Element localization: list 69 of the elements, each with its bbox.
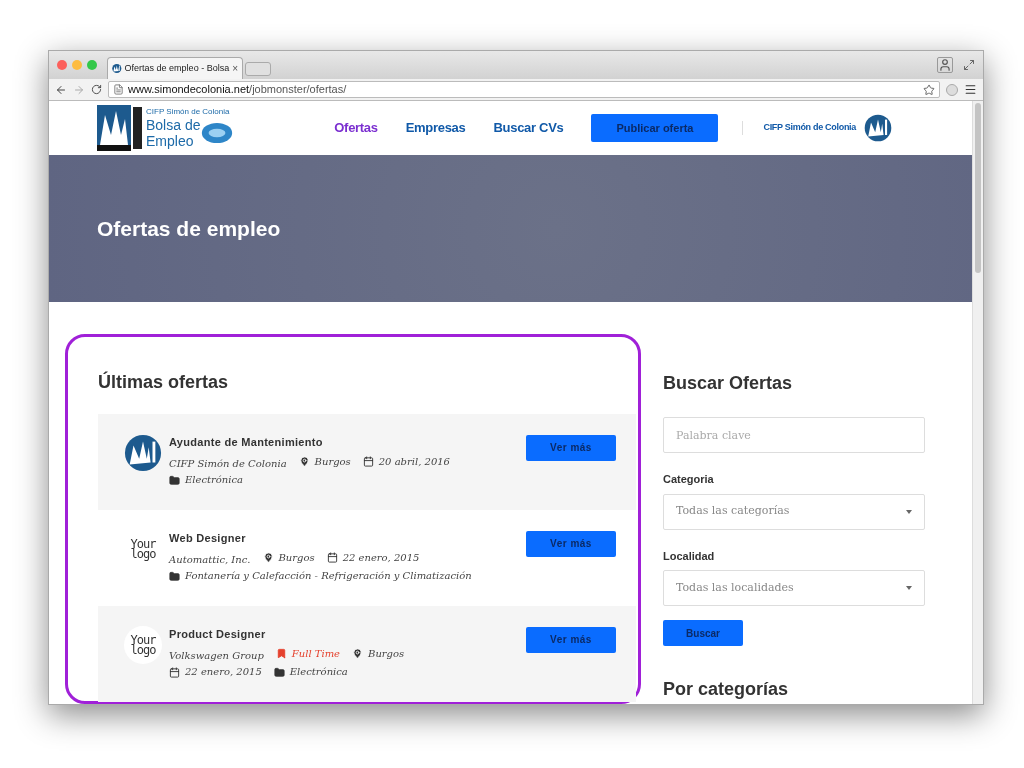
- back-icon[interactable]: [55, 83, 67, 96]
- job-category: Fontanería y Calefacción - Refrigeración y Climatización: [185, 569, 472, 583]
- job-company: Automattic, Inc.: [169, 553, 251, 567]
- keyword-field[interactable]: Palabra clave: [663, 417, 925, 453]
- page-title: Ofertas de empleo: [97, 215, 281, 242]
- zoom-window-icon[interactable]: [87, 60, 97, 70]
- nav-link[interactable]: Empresas: [405, 118, 466, 138]
- job-title[interactable]: Ayudante de Mantenimiento: [169, 434, 526, 451]
- logo-mark-drawing: [97, 105, 143, 151]
- company-logo: Your logo: [124, 626, 162, 664]
- folder-icon: [169, 474, 180, 486]
- address-field[interactable]: www.simondecolonia.net/jobmonster/ofertas/: [108, 81, 940, 98]
- reload-icon[interactable]: [91, 84, 102, 95]
- sidebar-title: Por categorías: [663, 678, 790, 701]
- map-pin-icon: [298, 456, 310, 467]
- job-category: Electrónica: [185, 473, 244, 487]
- tab-favicon-icon: [112, 63, 122, 74]
- profile-icon[interactable]: [937, 57, 953, 73]
- company-logo: [124, 434, 162, 472]
- nav-link[interactable]: Ofertas: [334, 118, 378, 138]
- job-title[interactable]: Web Designer: [169, 530, 526, 547]
- job-location: Burgos: [368, 646, 405, 661]
- folder-icon: [273, 666, 285, 678]
- sidebar-title: Buscar Ofertas: [663, 372, 794, 395]
- fp-logo-icon: [201, 120, 234, 145]
- job-type: Full Time: [291, 646, 341, 661]
- new-tab-button[interactable]: [245, 62, 271, 76]
- job-date: 22 enero, 2015: [342, 550, 420, 565]
- close-window-icon[interactable]: [57, 60, 67, 70]
- map-pin-icon: [352, 648, 364, 659]
- logo-title: Bolsa de Empleo: [146, 116, 201, 149]
- section-title: Últimas ofertas: [98, 370, 230, 394]
- scrollbar[interactable]: [972, 101, 983, 704]
- logo-subtitle: CIFP Simón de Colonia: [146, 107, 230, 116]
- calendar-icon: [169, 666, 180, 678]
- folder-icon: [169, 570, 180, 582]
- forward-icon[interactable]: [73, 83, 85, 96]
- school-logo: [864, 114, 892, 142]
- job-company: Volkswagen Group: [169, 649, 264, 663]
- dropdown-caret-icon: [906, 586, 912, 590]
- menu-icon[interactable]: [964, 83, 977, 96]
- extension-icon[interactable]: [946, 83, 958, 96]
- fullscreen-icon[interactable]: [963, 59, 975, 71]
- field-label: Categoria: [663, 472, 715, 487]
- tab-title: Ofertas de empleo - Bolsa: [124, 61, 230, 75]
- tab-close-button[interactable]: ×: [232, 61, 238, 76]
- page-icon: [113, 84, 124, 95]
- map-pin-icon: [262, 552, 274, 563]
- job-date: 20 abril, 2016: [378, 454, 450, 469]
- school-name: CIFP Simón de Colonia: [763, 121, 856, 135]
- url-text: www.simondecolonia.net/jobmonster/ofertas/: [128, 82, 347, 98]
- browser-tab[interactable]: Ofertas de empleo - Bolsa ×: [107, 57, 243, 79]
- job-location: Burgos: [314, 454, 351, 469]
- dropdown-field[interactable]: Todas las categorías: [663, 493, 925, 530]
- job-title[interactable]: Product Designer: [169, 626, 526, 643]
- calendar-icon: [362, 456, 374, 467]
- site-logo[interactable]: CIFP Simón de Colonia Bolsa de Empleo: [97, 105, 247, 151]
- nav-link[interactable]: Buscar CVs: [493, 118, 564, 138]
- minimize-window-icon[interactable]: [72, 60, 82, 70]
- bookmark-star-icon[interactable]: [923, 83, 935, 96]
- job-company: CIFP Simón de Colonia: [169, 457, 287, 471]
- job-date: 22 enero, 2015: [185, 665, 262, 679]
- dropdown-caret-icon: [906, 509, 912, 514]
- field-label: Localidad: [663, 548, 716, 564]
- bookmark-icon: [275, 648, 287, 659]
- job-location: Burgos: [278, 550, 315, 565]
- dropdown-field[interactable]: Todas las localidades: [663, 570, 925, 606]
- calendar-icon: [326, 552, 338, 563]
- job-category: Electrónica: [289, 665, 348, 679]
